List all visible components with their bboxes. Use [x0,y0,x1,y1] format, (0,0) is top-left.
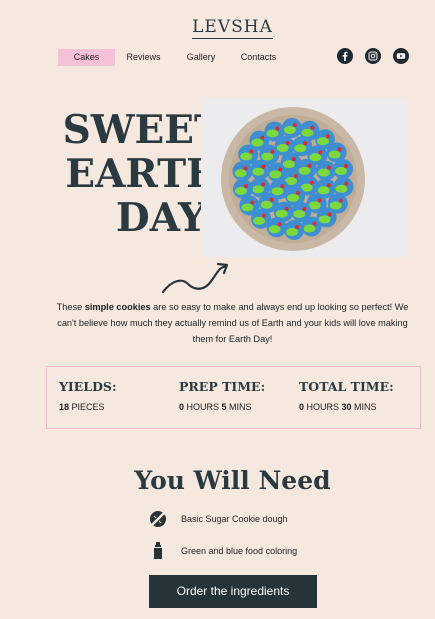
social-links [337,48,409,64]
stat-yields: YIELDS: 18 PIECES [59,379,117,412]
brand-logo[interactable]: LEVSHA [0,17,435,39]
bottle-icon [148,541,168,561]
stat-total-time: TOTAL TIME: 0 HOURS 30 MINS [299,379,394,412]
hero-title-line: EARTH [65,151,223,197]
intro-bold: simple cookies [84,302,151,312]
instagram-icon[interactable] [365,48,381,64]
you-will-need-heading: You Will Need [134,466,331,495]
hero-title: SWEET EARTH DAY! [58,108,223,240]
nav-item-cakes[interactable]: Cakes [58,49,115,66]
youtube-icon[interactable] [393,48,409,64]
nav-item-gallery[interactable]: Gallery [172,49,230,66]
recipe-stats: YIELDS: 18 PIECES PREP TIME: 0 HOURS 5 M… [46,366,421,429]
order-ingredients-button[interactable]: Order the ingredients [149,575,317,608]
earth-cookies-photo [201,99,408,257]
hero-title-line: SWEET [62,107,223,153]
nav-item-contacts[interactable]: Contacts [230,49,287,66]
facebook-icon[interactable] [337,48,353,64]
stat-prep-time: PREP TIME: 0 HOURS 5 MINS [179,379,266,412]
nav-item-reviews[interactable]: Reviews [115,49,172,66]
need-item-dough: Basic Sugar Cookie dough [148,509,288,529]
need-item-coloring: Green and blue food coloring [148,541,297,561]
main-nav: Cakes Reviews Gallery Contacts [58,49,287,66]
intro-text: These simple cookies are so easy to make… [56,302,409,344]
rolling-pin-icon [148,509,168,529]
curved-arrow-icon [161,262,229,294]
hero-title-line: DAY! [115,195,223,241]
